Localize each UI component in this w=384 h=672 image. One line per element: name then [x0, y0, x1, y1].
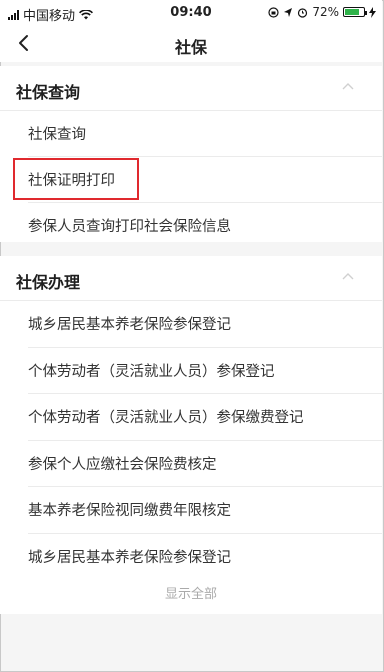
list-item[interactable]: 个体劳动者（灵活就业人员）参保登记	[28, 348, 382, 395]
orientation-lock-icon	[268, 6, 279, 18]
section-social-security-query: 社保查询 社保查询 社保证明打印 参保人员查询打印社会保险信息	[0, 66, 382, 242]
list-item-label: 城乡居民基本养老保险参保登记	[28, 549, 231, 566]
page-title: 社保	[174, 38, 207, 57]
highlight-box	[13, 158, 139, 200]
chevron-up-icon[interactable]	[342, 272, 354, 280]
section-title: 社保查询	[16, 83, 81, 102]
list-item[interactable]: 社保查询	[28, 111, 382, 157]
charging-icon	[369, 6, 376, 18]
list-item-label: 个体劳动者（灵活就业人员）参保登记	[28, 363, 275, 380]
battery-percent: 72%	[312, 5, 339, 19]
section-header[interactable]: 社保办理	[0, 256, 382, 301]
status-right: 72%	[268, 5, 376, 19]
battery-icon	[343, 7, 367, 17]
list-item-label: 城乡居民基本养老保险参保登记	[28, 317, 231, 333]
list-item-label: 社保查询	[28, 127, 86, 143]
list-item[interactable]: 参保个人应缴社会保险费核定	[28, 441, 382, 488]
list-item-label: 基本养老保险视同缴费年限核定	[28, 503, 231, 520]
section-header[interactable]: 社保查询	[0, 66, 382, 111]
list-item-label: 个体劳动者（灵活就业人员）参保缴费登记	[28, 410, 304, 427]
list-item[interactable]: 城乡居民基本养老保险参保登记	[28, 301, 382, 348]
list-item[interactable]: 个体劳动者（灵活就业人员）参保缴费登记	[28, 394, 382, 441]
list-item-label: 参保个人应缴社会保险费核定	[28, 456, 217, 473]
list-item-label: 参保人员查询打印社会保险信息	[28, 219, 231, 235]
section-title: 社保办理	[16, 273, 81, 292]
list-item[interactable]: 城乡居民基本养老保险参保登记	[28, 534, 382, 580]
nav-bar: 社保	[0, 26, 382, 62]
status-bar: 中国移动 09:40 72%	[0, 0, 382, 26]
location-icon	[284, 7, 293, 17]
chevron-up-icon[interactable]	[342, 82, 354, 90]
section-social-security-handling: 社保办理 城乡居民基本养老保险参保登记 个体劳动者（灵活就业人员）参保登记 个体…	[0, 256, 382, 614]
alarm-icon	[298, 7, 308, 18]
list-item[interactable]: 参保人员查询打印社会保险信息	[28, 203, 382, 248]
list-item[interactable]: 基本养老保险视同缴费年限核定	[28, 487, 382, 534]
show-all-link[interactable]: 显示全部	[0, 575, 382, 615]
